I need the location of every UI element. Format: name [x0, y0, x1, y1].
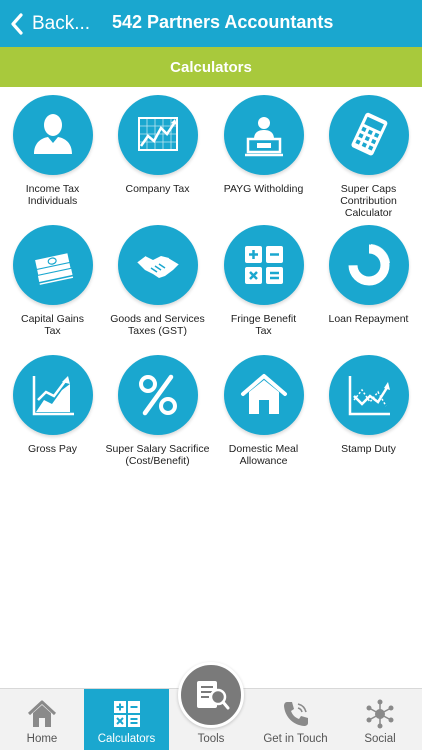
back-label: Back... [32, 13, 91, 34]
tile-circle [12, 225, 93, 305]
calc-super-salary-sacrifice[interactable]: Super Salary Sacrifice (Cost/Benefit) [105, 355, 210, 467]
growth-chart-icon [32, 376, 74, 416]
tile-circle [223, 225, 304, 305]
tab-label: Social [364, 733, 396, 745]
tab-label: Tools [197, 733, 225, 745]
percent-icon [138, 374, 177, 416]
house-icon [240, 374, 287, 414]
tile-circle [12, 355, 93, 435]
calc-domestic-meal-allowance[interactable]: Domestic Meal Allowance [211, 355, 316, 467]
calculator-icon [351, 112, 387, 156]
tile-label: Fringe Benefit Tax [230, 313, 297, 337]
tab-home[interactable]: Home [0, 689, 84, 750]
tile-label: Company Tax [125, 183, 190, 195]
tile-circle [223, 95, 304, 175]
tile-circle [117, 355, 198, 435]
phone-icon [283, 702, 308, 726]
tile-circle [328, 225, 409, 305]
tab-get-in-touch[interactable]: Get in Touch [253, 689, 338, 750]
tab-label: Calculators [97, 733, 156, 745]
calc-income-tax-individuals[interactable]: Income Tax Individuals [0, 95, 105, 207]
tile-label: PAYG Witholding [223, 183, 304, 195]
calc-loan-repayment[interactable]: Loan Repayment [316, 225, 421, 325]
calc-capital-gains-tax[interactable]: Capital Gains Tax [0, 225, 105, 337]
calc-super-caps[interactable]: Super Caps Contribution Calculator [316, 95, 421, 219]
worker-desk-icon [244, 117, 283, 157]
tile-label: Stamp Duty [341, 443, 396, 455]
calc-stamp-duty[interactable]: Stamp Duty [316, 355, 421, 455]
tab-calculators[interactable]: Calculators [84, 689, 169, 750]
tile-label: Income Tax Individuals [25, 183, 80, 207]
tab-label: Home [26, 733, 58, 745]
tile-circle [223, 355, 304, 435]
calc-payg-witholding[interactable]: PAYG Witholding [211, 95, 316, 195]
tile-label: Super Salary Sacrifice (Cost/Benefit) [105, 443, 210, 467]
app-screen: Back... 542 Partners Accountants Calcula… [0, 0, 422, 750]
tile-label: Gross Pay [27, 443, 77, 455]
page-title: 542 Partners Accountants [112, 12, 334, 32]
calc-fringe-benefit-tax[interactable]: Fringe Benefit Tax [211, 225, 316, 337]
chart-board-icon [137, 117, 178, 151]
tile-label: Loan Repayment [328, 313, 409, 325]
tab-social[interactable]: Social [338, 689, 422, 750]
chevron-left-icon [11, 13, 23, 35]
document-search-icon [197, 681, 230, 710]
tile-label: Super Caps Contribution Calculator [340, 183, 397, 219]
calc-gst[interactable]: Goods and Services Taxes (GST) [105, 225, 210, 337]
home-icon [27, 700, 57, 727]
section-title: Calculators [170, 58, 252, 76]
tile-label: Goods and Services Taxes (GST) [110, 313, 205, 337]
handshake-icon [136, 255, 179, 278]
tab-label: Get in Touch [263, 733, 328, 745]
tile-label: Domestic Meal Allowance [228, 443, 299, 467]
tile-label: Capital Gains Tax [20, 313, 85, 337]
line-graph-icon [348, 376, 390, 416]
section-bar: Calculators [0, 47, 422, 87]
tile-circle [12, 95, 93, 175]
back-button[interactable]: Back... [10, 10, 90, 38]
tile-circle [328, 355, 409, 435]
money-stack-icon [33, 252, 73, 285]
math-operators-icon [244, 246, 283, 284]
tools-button[interactable] [178, 662, 244, 728]
tile-circle [117, 225, 198, 305]
calc-company-tax[interactable]: Company Tax [105, 95, 210, 195]
header-bar: Back... 542 Partners Accountants [0, 0, 422, 47]
network-icon [366, 699, 394, 729]
tile-circle [117, 95, 198, 175]
donut-chart-icon [348, 244, 390, 286]
calc-gross-pay[interactable]: Gross Pay [0, 355, 105, 455]
tile-circle [328, 95, 409, 175]
person-icon [33, 114, 72, 154]
calculator-tab-icon [113, 701, 140, 727]
